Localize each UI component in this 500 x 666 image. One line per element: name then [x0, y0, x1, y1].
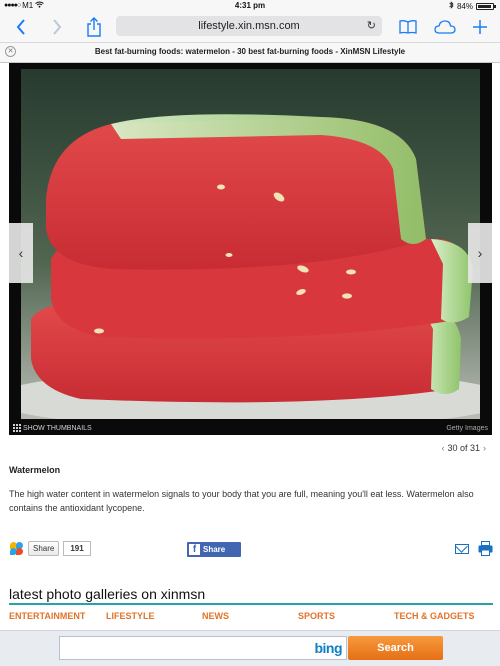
- section-divider: [9, 603, 493, 605]
- bing-search-bar: bing Search: [0, 630, 500, 666]
- caption-title: Watermelon: [9, 465, 61, 475]
- show-thumbnails-button[interactable]: SHOW THUMBNAILS: [13, 424, 92, 432]
- tab-strip: ✕ Best fat-burning foods: watermelon - 3…: [0, 42, 500, 63]
- battery-icon: [476, 2, 496, 10]
- clock: 4:31 pm: [234, 1, 266, 10]
- share-count: 191: [63, 541, 91, 556]
- battery-percent: 84%: [456, 1, 473, 11]
- reload-icon[interactable]: ↻: [367, 16, 376, 36]
- bookmarks-icon[interactable]: [397, 16, 419, 38]
- bluetooth-icon: [449, 1, 454, 11]
- bing-search-input[interactable]: bing: [59, 636, 347, 660]
- facebook-share-button[interactable]: f Share: [187, 542, 241, 557]
- bing-search-button[interactable]: Search: [348, 636, 443, 660]
- photo-gallery: ‹ › SHOW THUMBNAILS Getty Images: [9, 63, 492, 435]
- bing-logo: bing: [314, 640, 342, 656]
- category-entertainment[interactable]: ENTERTAINMENT: [9, 611, 85, 621]
- galleries-section-title: latest photo galleries on xinmsn: [9, 586, 206, 602]
- category-news[interactable]: NEWS: [202, 611, 229, 621]
- category-lifestyle[interactable]: LIFESTYLE: [106, 611, 155, 621]
- email-icon[interactable]: [455, 544, 469, 554]
- chevron-left-icon: ‹: [18, 245, 24, 261]
- facebook-share-label: Share: [203, 545, 226, 554]
- icloud-tabs-icon[interactable]: [434, 16, 456, 38]
- caption-text: The high water content in watermelon sig…: [9, 489, 474, 513]
- category-tech-gadgets[interactable]: TECH & GADGETS: [394, 611, 475, 621]
- msn-share-widget: Share 191: [10, 541, 91, 556]
- category-sports[interactable]: SPORTS: [298, 611, 335, 621]
- photo-credit: Getty Images: [446, 425, 488, 432]
- browser-toolbar: lifestyle.xin.msn.com ↻: [0, 12, 500, 42]
- pager-position: 30 of 31: [447, 443, 480, 453]
- share-icon[interactable]: [83, 16, 105, 38]
- pager-prev-icon[interactable]: ‹: [441, 443, 444, 453]
- previous-photo-button[interactable]: ‹: [9, 223, 33, 283]
- msn-share-button[interactable]: Share: [28, 541, 60, 556]
- address-bar[interactable]: lifestyle.xin.msn.com ↻: [116, 16, 382, 36]
- next-photo-button[interactable]: ›: [468, 223, 492, 283]
- url-text: lifestyle.xin.msn.com: [198, 20, 300, 32]
- gallery-pager: ‹ 30 of 31 ›: [438, 443, 489, 453]
- pager-next-icon[interactable]: ›: [483, 443, 486, 453]
- msn-butterfly-icon: [10, 541, 24, 556]
- status-bar: ●●●●○ M1 4:31 pm 84%: [0, 0, 500, 12]
- grid-icon: [13, 424, 21, 432]
- print-icon[interactable]: [478, 541, 493, 556]
- new-tab-icon[interactable]: [469, 16, 491, 38]
- tab-title[interactable]: Best fat-burning foods: watermelon - 30 …: [0, 47, 500, 56]
- back-icon[interactable]: [10, 16, 32, 38]
- forward-icon[interactable]: [46, 16, 68, 38]
- status-right: 84%: [449, 1, 496, 11]
- show-thumbnails-label: SHOW THUMBNAILS: [23, 424, 92, 432]
- chevron-right-icon: ›: [477, 245, 483, 261]
- facebook-icon: f: [189, 544, 200, 555]
- watermelon-photo: [21, 69, 480, 419]
